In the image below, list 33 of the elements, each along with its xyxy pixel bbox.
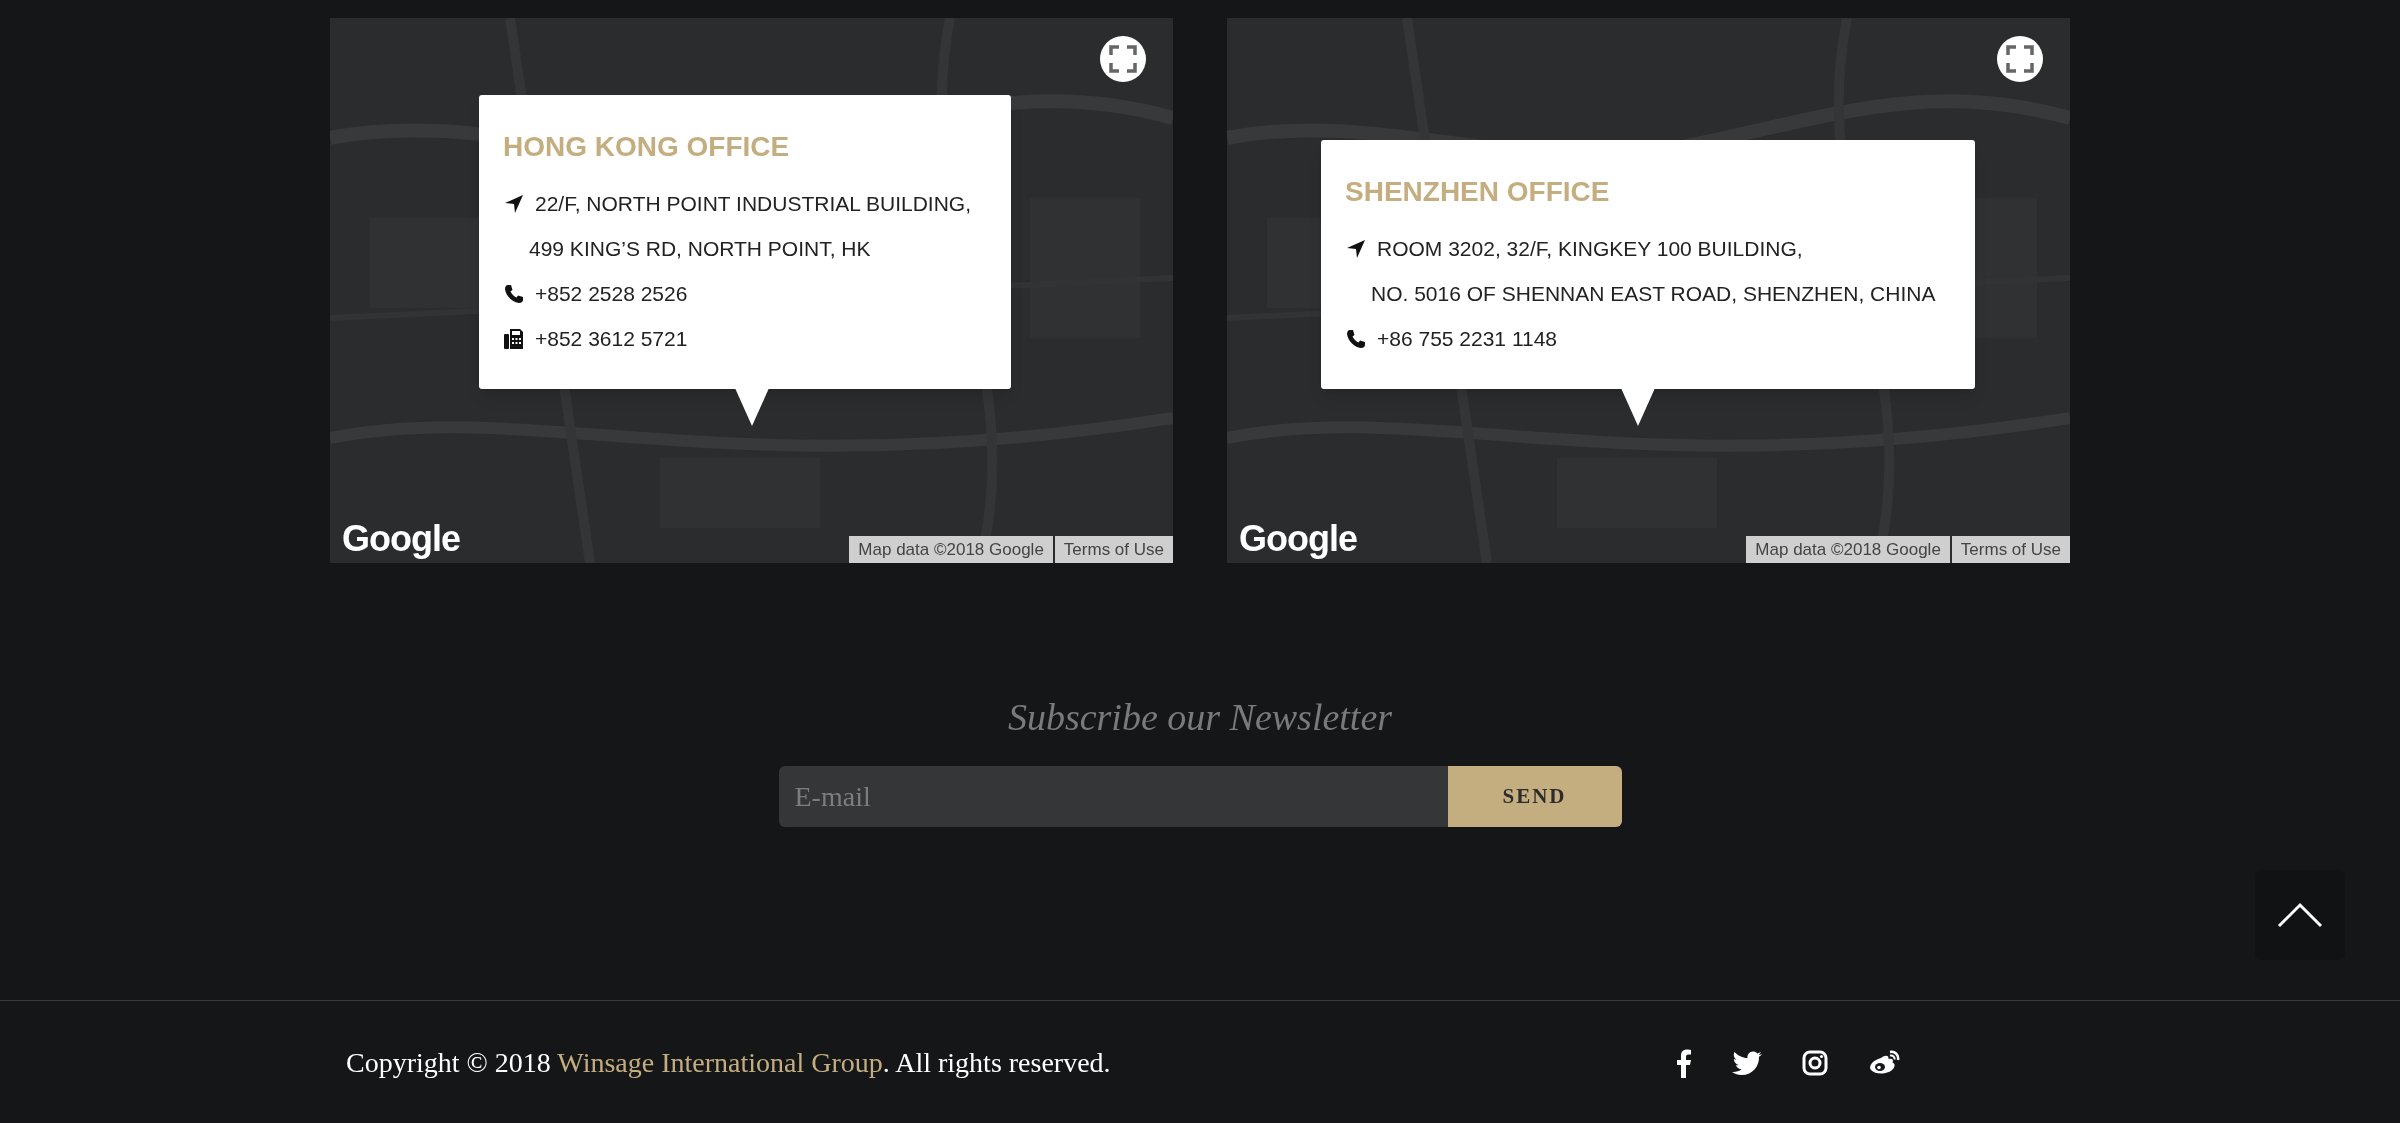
phone-icon	[1346, 328, 1366, 349]
twitter-icon[interactable]	[1732, 1050, 1762, 1076]
terms-link[interactable]: Terms of Use	[1054, 535, 1173, 563]
google-logo: Google	[342, 521, 460, 557]
company-link[interactable]: Winsage International Group	[557, 1047, 883, 1078]
office-title: HONG KONG OFFICE	[503, 133, 791, 161]
map-attribution: Map data ©2018 Google	[1746, 535, 1950, 563]
location-arrow-icon	[1346, 238, 1366, 259]
map-attribution: Map data ©2018 Google	[849, 535, 1053, 563]
google-logo: Google	[1239, 521, 1357, 557]
address-text: 499 KING’S RD, NORTH POINT, HK	[529, 235, 871, 262]
address-text: ROOM 3202, 32/F, KINGKEY 100 BUILDING,	[1377, 235, 1803, 262]
send-button[interactable]: SEND	[1447, 766, 1622, 827]
newsletter-heading: Subscribe our Newsletter	[1007, 698, 1393, 736]
instagram-icon[interactable]	[1802, 1050, 1828, 1076]
fax-icon	[503, 327, 525, 350]
facebook-icon[interactable]	[1676, 1048, 1692, 1078]
address-text: 22/F, NORTH POINT INDUSTRIAL BUILDING,	[535, 190, 972, 217]
phone-text: +852 2528 2526	[535, 280, 688, 307]
terms-link[interactable]: Terms of Use	[1951, 535, 2070, 563]
address-text: NO. 5016 OF SHENNAN EAST ROAD, SHENZHEN, CHINA	[1371, 280, 1936, 307]
phone-text: +86 755 2231 1148	[1377, 325, 1558, 352]
fullscreen-icon	[2006, 45, 2034, 73]
email-field[interactable]: E-mail	[778, 766, 1448, 827]
fullscreen-icon	[1109, 45, 1137, 73]
back-to-top-button[interactable]	[2255, 870, 2345, 960]
fax-text: +852 3612 5721	[535, 325, 688, 352]
copyright-text: Copyright © 2018 Winsage International Group. All rights reserved.	[346, 1046, 1111, 1080]
location-arrow-icon	[504, 193, 524, 214]
phone-icon	[504, 283, 524, 304]
chevron-up-icon	[2277, 902, 2323, 928]
weibo-icon[interactable]	[1868, 1050, 1900, 1076]
office-title: SHENZHEN OFFICE	[1345, 178, 1611, 206]
